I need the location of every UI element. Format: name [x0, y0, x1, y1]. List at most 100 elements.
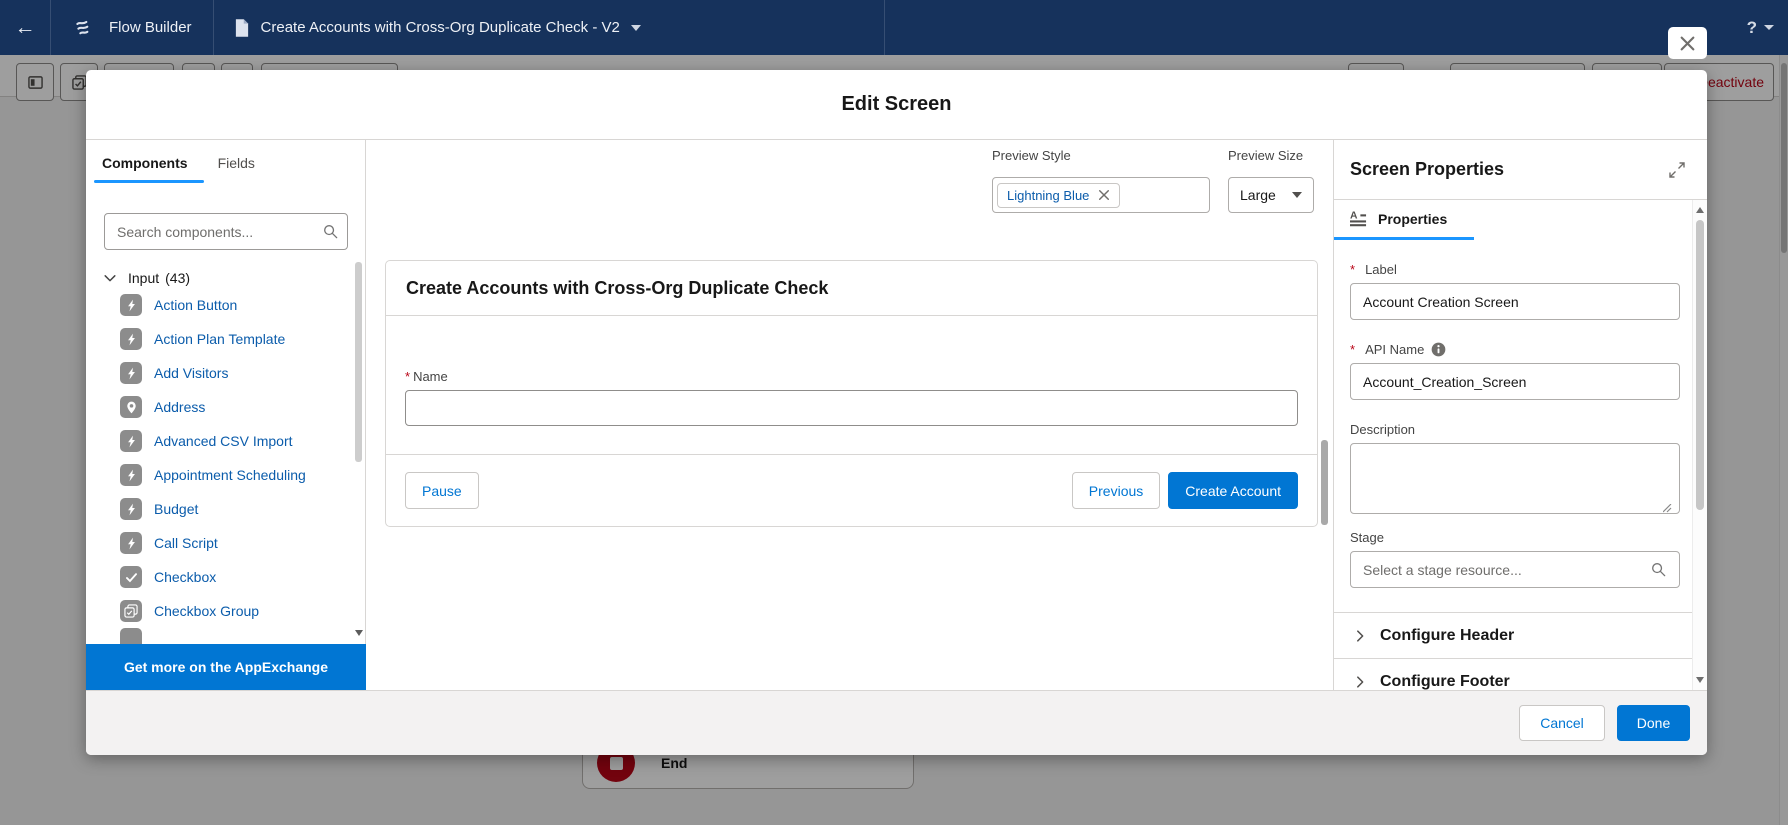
name-field-label: *Name	[405, 369, 1298, 384]
app-name: Flow Builder	[109, 19, 192, 36]
component-item[interactable]: Action Plan Template	[86, 322, 364, 356]
configure-footer-section[interactable]: Configure Footer	[1334, 659, 1692, 690]
close-button[interactable]	[1668, 27, 1707, 59]
api-name-field-label: *API Name	[1350, 342, 1676, 357]
chevron-right-icon	[1353, 629, 1367, 643]
api-name-input[interactable]	[1350, 363, 1680, 400]
scroll-down-icon[interactable]	[355, 630, 363, 636]
components-panel: Components Fields Input (43)	[86, 140, 366, 690]
components-list: Input (43) Action Button	[86, 250, 364, 644]
bolt-icon	[120, 464, 142, 486]
help-menu[interactable]: ?	[1747, 0, 1774, 55]
resize-grip-icon[interactable]	[1663, 500, 1672, 518]
screen-header: Create Accounts with Cross-Org Duplicate…	[386, 261, 1317, 316]
screen-preview-area: Preview Style Lightning Blue Preview Siz…	[366, 140, 1333, 690]
name-input[interactable]	[405, 390, 1298, 426]
done-button[interactable]: Done	[1617, 705, 1690, 741]
back-arrow-icon: ←	[15, 16, 36, 39]
bolt-icon	[120, 362, 142, 384]
component-item-partial	[86, 628, 364, 644]
remove-icon[interactable]	[1098, 189, 1110, 201]
modal-header: Edit Screen	[86, 70, 1707, 140]
scroll-down-icon[interactable]	[1696, 677, 1704, 683]
search-components-input[interactable]	[104, 213, 348, 250]
create-account-button[interactable]: Create Account	[1168, 472, 1298, 509]
chevron-down-icon	[103, 271, 117, 285]
preview-style-label: Preview Style	[992, 148, 1071, 163]
chevron-down-icon	[1292, 192, 1302, 198]
stage-field-label: Stage	[1350, 530, 1676, 545]
component-item[interactable]: Advanced CSV Import	[86, 424, 364, 458]
section-count: (43)	[165, 270, 190, 286]
label-input[interactable]	[1350, 283, 1680, 320]
pause-button[interactable]: Pause	[405, 472, 479, 509]
screen-preview-card: Create Accounts with Cross-Org Duplicate…	[385, 260, 1318, 527]
search-components-box	[104, 213, 348, 250]
component-item[interactable]: Checkbox Group	[86, 594, 364, 628]
screen-footer: Pause Previous Create Account	[386, 454, 1317, 526]
tab-fields[interactable]: Fields	[218, 140, 255, 186]
component-item[interactable]: Budget	[86, 492, 364, 526]
previous-button[interactable]: Previous	[1072, 472, 1160, 509]
document-icon	[235, 19, 249, 37]
description-field-label: Description	[1350, 422, 1676, 437]
preview-style-pill: Lightning Blue	[997, 183, 1120, 208]
tab-components[interactable]: Components	[102, 140, 188, 186]
info-icon[interactable]	[1431, 342, 1446, 357]
properties-icon: A	[1350, 210, 1367, 227]
section-name: Input	[128, 270, 159, 286]
bolt-icon	[120, 294, 142, 316]
screen-title: Create Accounts with Cross-Org Duplicate…	[406, 278, 828, 299]
pin-icon	[120, 396, 142, 418]
required-marker: *	[405, 369, 410, 384]
back-button[interactable]: ←	[0, 0, 50, 55]
component-item[interactable]: Address	[86, 390, 364, 424]
topbar: ← Flow Builder Create Accounts with Cros…	[0, 0, 1788, 55]
modal-title: Edit Screen	[841, 93, 951, 116]
flow-title-menu[interactable]: Create Accounts with Cross-Org Duplicate…	[261, 19, 641, 36]
cancel-button[interactable]: Cancel	[1519, 705, 1605, 741]
chevron-down-icon	[631, 25, 641, 31]
bolt-icon	[120, 532, 142, 554]
component-item[interactable]: Checkbox	[86, 560, 364, 594]
properties-scrollbar[interactable]	[1692, 200, 1707, 690]
panel-tabs: Components Fields	[86, 140, 365, 186]
edit-screen-modal: Edit Screen Components Fields	[86, 70, 1707, 755]
check-group-icon	[120, 600, 142, 622]
components-scrollbar[interactable]	[355, 262, 362, 646]
component-item[interactable]: Add Visitors	[86, 356, 364, 390]
input-section-toggle[interactable]: Input (43)	[86, 268, 364, 288]
expand-icon[interactable]	[1669, 162, 1685, 178]
topbar-divider	[213, 0, 214, 55]
label-field-label: *Label	[1350, 262, 1676, 277]
topbar-divider	[50, 0, 51, 55]
preview-style-input[interactable]: Lightning Blue	[992, 177, 1210, 213]
tab-properties[interactable]: A Properties	[1334, 200, 1447, 237]
stage-input[interactable]	[1350, 551, 1680, 588]
chevron-right-icon	[1353, 675, 1367, 689]
flow-builder-app: ← Flow Builder Create Accounts with Cros…	[0, 0, 1788, 825]
help-icon: ?	[1747, 18, 1757, 38]
check-icon	[120, 566, 142, 588]
component-item[interactable]: Call Script	[86, 526, 364, 560]
scroll-up-icon[interactable]	[1696, 207, 1704, 213]
component-item[interactable]: Appointment Scheduling	[86, 458, 364, 492]
preview-style-value: Lightning Blue	[1007, 188, 1089, 203]
svg-text:A: A	[1350, 211, 1358, 222]
modal-footer: Cancel Done	[86, 690, 1707, 755]
screen-properties-panel: Screen Properties A Properties *Label	[1333, 140, 1707, 690]
preview-size-select[interactable]: Large	[1228, 177, 1314, 213]
topbar-divider	[884, 0, 885, 55]
flow-builder-logo-icon	[72, 15, 97, 40]
preview-scrollbar[interactable]	[1321, 440, 1328, 525]
appexchange-banner-button[interactable]: Get more on the AppExchange	[86, 644, 366, 690]
panel-title: Screen Properties	[1350, 159, 1504, 180]
properties-form: *Label *API Name Description	[1334, 240, 1692, 690]
properties-header: Screen Properties	[1334, 140, 1707, 200]
configure-header-section[interactable]: Configure Header	[1334, 613, 1692, 659]
search-icon	[1651, 562, 1666, 577]
description-textarea[interactable]	[1350, 443, 1680, 514]
component-item[interactable]: Action Button	[86, 288, 364, 322]
close-icon	[1679, 35, 1696, 52]
bolt-icon	[120, 498, 142, 520]
